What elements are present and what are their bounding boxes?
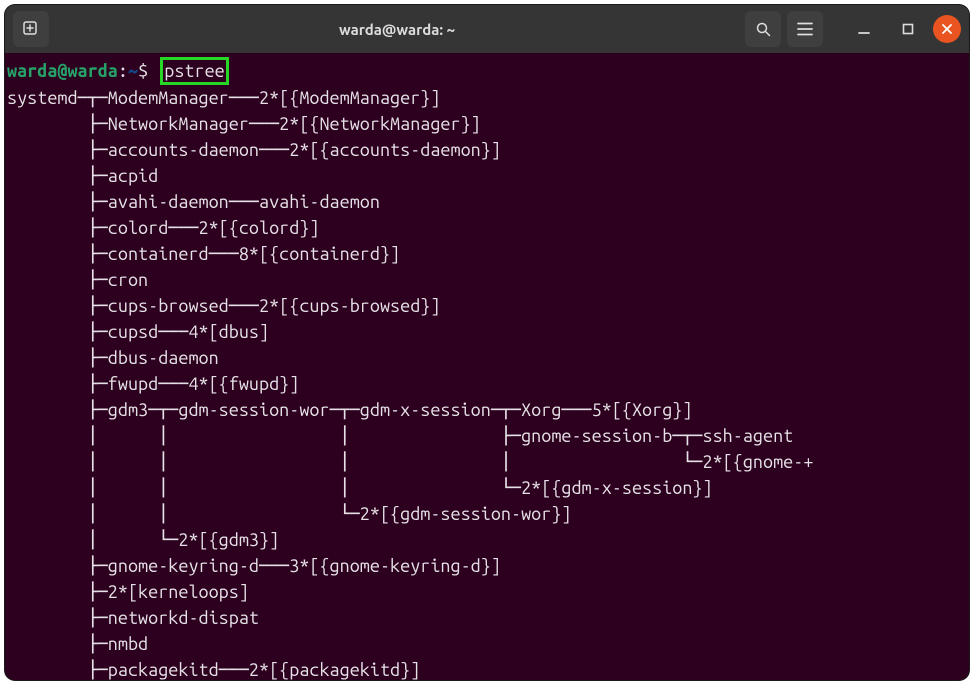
tree-line: ├─fwupd───4*[{fwupd}] [7, 371, 969, 397]
tree-line: ├─packagekitd───2*[{packagekitd}] [7, 657, 969, 680]
terminal-scroll-region[interactable]: warda@warda:~$ pstreesystemd─┬─ModemMana… [5, 53, 969, 680]
maximize-icon [902, 23, 914, 35]
terminal-content: warda@warda:~$ pstreesystemd─┬─ModemMana… [5, 53, 969, 680]
tree-line: ├─2*[kerneloops] [7, 579, 969, 605]
window-title: warda@warda: ~ [49, 21, 745, 38]
tree-line: ├─containerd───8*[{containerd}] [7, 241, 969, 267]
close-button[interactable] [933, 15, 961, 43]
prompt-path: ~ [128, 61, 138, 81]
tree-line: │ │ └─2*[{gdm-session-wor}] [7, 501, 969, 527]
tree-line: │ │ │ │ └─2*[{gnome-+ [7, 449, 969, 475]
tree-line: │ │ │ └─2*[{gdm-x-session}] [7, 475, 969, 501]
tree-line: ├─dbus-daemon [7, 345, 969, 371]
tree-line: ├─acpid [7, 163, 969, 189]
prompt-dollar: $ [138, 61, 148, 81]
tree-line: ├─accounts-daemon───2*[{accounts-daemon}… [7, 137, 969, 163]
close-icon [941, 23, 953, 35]
tree-line: ├─gnome-keyring-d───3*[{gnome-keyring-d}… [7, 553, 969, 579]
tree-line: │ └─2*[{gdm3}] [7, 527, 969, 553]
prompt-line: warda@warda:~$ pstree [7, 57, 969, 85]
minimize-button[interactable] [845, 14, 883, 44]
tree-line: ├─nmbd [7, 631, 969, 657]
titlebar: warda@warda: ~ [5, 5, 969, 53]
prompt-sep1: : [118, 61, 128, 81]
tree-line: systemd─┬─ModemManager───2*[{ModemManage… [7, 85, 969, 111]
terminal-window: warda@warda: ~ [5, 5, 969, 680]
pstree-output: systemd─┬─ModemManager───2*[{ModemManage… [7, 85, 969, 680]
new-tab-button[interactable] [13, 11, 49, 47]
tree-line: ├─NetworkManager───2*[{NetworkManager}] [7, 111, 969, 137]
new-tab-icon [22, 20, 40, 38]
tree-line: ├─colord───2*[{colord}] [7, 215, 969, 241]
tree-line: ├─cupsd───4*[dbus] [7, 319, 969, 345]
maximize-button[interactable] [889, 14, 927, 44]
tree-line: ├─networkd-dispat [7, 605, 969, 631]
tree-line: │ │ │ ├─gnome-session-b─┬─ssh-agent [7, 423, 969, 449]
tree-line: ├─avahi-daemon───avahi-daemon [7, 189, 969, 215]
tree-line: ├─cron [7, 267, 969, 293]
terminal-viewport: warda@warda:~$ pstreesystemd─┬─ModemMana… [5, 53, 969, 680]
search-button[interactable] [745, 11, 781, 47]
hamburger-icon [797, 22, 813, 36]
menu-button[interactable] [787, 11, 823, 47]
minimize-icon [857, 22, 871, 36]
search-icon [755, 21, 771, 37]
tree-line: ├─cups-browsed───2*[{cups-browsed}] [7, 293, 969, 319]
prompt-user-host: warda@warda [7, 61, 118, 81]
tree-line: ├─gdm3─┬─gdm-session-wor─┬─gdm-x-session… [7, 397, 969, 423]
highlighted-command: pstree [160, 57, 228, 85]
